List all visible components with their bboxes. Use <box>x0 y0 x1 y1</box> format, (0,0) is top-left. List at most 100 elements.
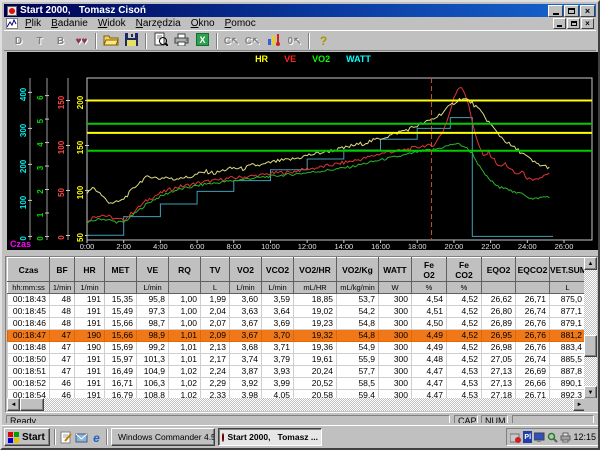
y-tick-label: 50 <box>57 188 66 197</box>
print-preview-button[interactable] <box>150 32 171 50</box>
tray-magnifier-icon[interactable] <box>547 431 558 443</box>
column-header[interactable]: VE <box>137 258 169 282</box>
scroll-up-button[interactable]: ▲ <box>584 257 597 270</box>
tray-printer-icon[interactable] <box>560 431 571 443</box>
start-button-label: Start <box>22 432 45 443</box>
table-cell: 47 <box>50 354 75 366</box>
quick-launch-ie-icon[interactable]: e <box>89 430 104 445</box>
column-header[interactable]: VCO2 <box>262 258 294 282</box>
menu-item-okno[interactable]: Okno <box>186 18 220 29</box>
column-header[interactable]: Fe CO2 <box>447 258 482 282</box>
table-cell: 1,01 <box>169 330 201 342</box>
column-header[interactable]: BF <box>50 258 75 282</box>
table-cell: 26,71 <box>516 294 550 306</box>
table-cell: 00:18:52 <box>8 378 50 390</box>
chart-canvas[interactable]: 0100200300400012345605010015050100150200… <box>7 52 599 250</box>
horizontal-scrollbar[interactable]: ◄ ► <box>7 398 586 411</box>
child-restore-button[interactable] <box>567 18 580 29</box>
print-button[interactable] <box>171 32 192 50</box>
tray-scheduler-icon[interactable] <box>510 431 521 443</box>
column-header[interactable]: Czas <box>8 258 50 282</box>
c-arrow-icon: C↖ <box>245 35 261 47</box>
menu-item-widok[interactable]: Widok <box>93 18 131 29</box>
quick-launch-notes-icon[interactable] <box>59 430 74 445</box>
table-row[interactable]: 00:18:524619116,71106,31,022,293,923,992… <box>8 378 586 390</box>
table-cell: 190 <box>75 342 105 354</box>
scroll-left-button[interactable]: ◄ <box>7 398 20 411</box>
start-button[interactable]: Start <box>4 428 50 446</box>
column-header[interactable]: MET <box>105 258 137 282</box>
close-button[interactable]: × <box>580 5 595 17</box>
maximize-button[interactable] <box>564 5 579 17</box>
table-row[interactable]: 00:18:434819115,3595,81,001,993,603,5918… <box>8 294 586 306</box>
column-header[interactable]: VO2 <box>230 258 262 282</box>
column-header[interactable]: Fe O2 <box>412 258 447 282</box>
table-row[interactable]: 00:18:504719115,97101,31,012,173,743,791… <box>8 354 586 366</box>
column-header[interactable]: RQ <box>169 258 201 282</box>
y-tick-label: 2 <box>36 189 45 194</box>
table-row-selected[interactable]: 00:18:474719015,6698,91,012,093,673,7019… <box>8 330 586 342</box>
column-header[interactable]: HR <box>75 258 105 282</box>
minimize-button[interactable] <box>548 5 563 17</box>
start2000-icon <box>222 433 224 442</box>
table-cell: 19,36 <box>294 342 337 354</box>
table-cell: 191 <box>75 306 105 318</box>
minimize-icon <box>553 13 559 15</box>
column-header[interactable]: WATT <box>379 258 412 282</box>
menu-item-narzedzia[interactable]: Narzędzia <box>131 18 186 29</box>
table-cell: 2,13 <box>201 342 230 354</box>
column-header[interactable]: VO2/HR <box>294 258 337 282</box>
excel-export-button[interactable]: X <box>192 32 213 50</box>
table-cell: 4,49 <box>412 330 447 342</box>
taskbar-divider <box>106 429 108 445</box>
taskbar-clock[interactable]: 12:15 <box>573 432 596 442</box>
column-header[interactable]: TV <box>201 258 230 282</box>
table-cell: 26,74 <box>516 306 550 318</box>
open-button[interactable] <box>100 32 121 50</box>
menu-item-pomoc[interactable]: Pomoc <box>220 18 261 29</box>
column-header[interactable]: EQO2 <box>482 258 516 282</box>
column-header[interactable]: VET.SUM <box>550 258 586 282</box>
table-cell: 2,29 <box>201 378 230 390</box>
table-cell: 15,97 <box>105 354 137 366</box>
table-cell: 53,7 <box>337 294 379 306</box>
x-tick-label: 26:00 <box>555 242 574 250</box>
temperature-button[interactable] <box>263 32 284 50</box>
task-button-windows-commander[interactable]: Windows Commander 4.51... <box>111 428 215 446</box>
help-button[interactable]: ? <box>313 32 334 50</box>
thermometer-chart-icon <box>267 32 281 49</box>
title-bar[interactable]: Start 2000, Tomasz Cisoń × <box>4 4 596 17</box>
table-cell: 104,9 <box>137 366 169 378</box>
chart-document-icon[interactable] <box>6 18 18 29</box>
vertical-scroll-thumb[interactable] <box>584 335 597 357</box>
svg-text:X: X <box>199 35 205 45</box>
tray-display-icon[interactable] <box>534 431 545 443</box>
tray-keyboard-layout-icon[interactable]: Pl <box>523 431 532 443</box>
column-header[interactable]: EQCO2 <box>516 258 550 282</box>
y-tick-label: 50 <box>76 233 85 242</box>
table-row[interactable]: 00:18:484719015,6999,21,012,133,683,7119… <box>8 342 586 354</box>
child-close-button[interactable]: × <box>581 18 594 29</box>
table-cell: 3,67 <box>230 318 262 330</box>
table-cell: 877,1 <box>550 306 586 318</box>
column-unit <box>482 282 516 294</box>
table-row[interactable]: 00:18:454819115,4997,31,002,043,633,6419… <box>8 306 586 318</box>
table-cell: 18,85 <box>294 294 337 306</box>
horizontal-scroll-thumb[interactable] <box>20 398 44 411</box>
menu-item-badanie[interactable]: Badanie <box>46 18 93 29</box>
task-button-label: Start 2000, Tomasz ... <box>227 432 318 442</box>
quick-launch-mail-icon[interactable] <box>74 430 89 445</box>
table-cell: 99,2 <box>137 342 169 354</box>
table-row[interactable]: 00:18:464819115,6698,71,002,073,673,6919… <box>8 318 586 330</box>
table-row[interactable]: 00:18:514719116,49104,91,022,243,873,932… <box>8 366 586 378</box>
help-icon: ? <box>320 34 327 48</box>
task-button-start2000[interactable]: Start 2000, Tomasz ... <box>218 428 322 446</box>
column-header[interactable]: VO2/Kg <box>337 258 379 282</box>
vertical-scrollbar[interactable]: ▲ ▼ <box>584 257 597 399</box>
taskbar: Start e Windows Commander 4.51... Start … <box>2 425 600 448</box>
x-tick-label: 10:00 <box>261 242 280 250</box>
app-icon[interactable] <box>7 6 17 16</box>
save-button[interactable] <box>121 32 142 50</box>
menu-item-plik[interactable]: Plik <box>20 18 46 29</box>
child-minimize-button[interactable] <box>553 18 566 29</box>
